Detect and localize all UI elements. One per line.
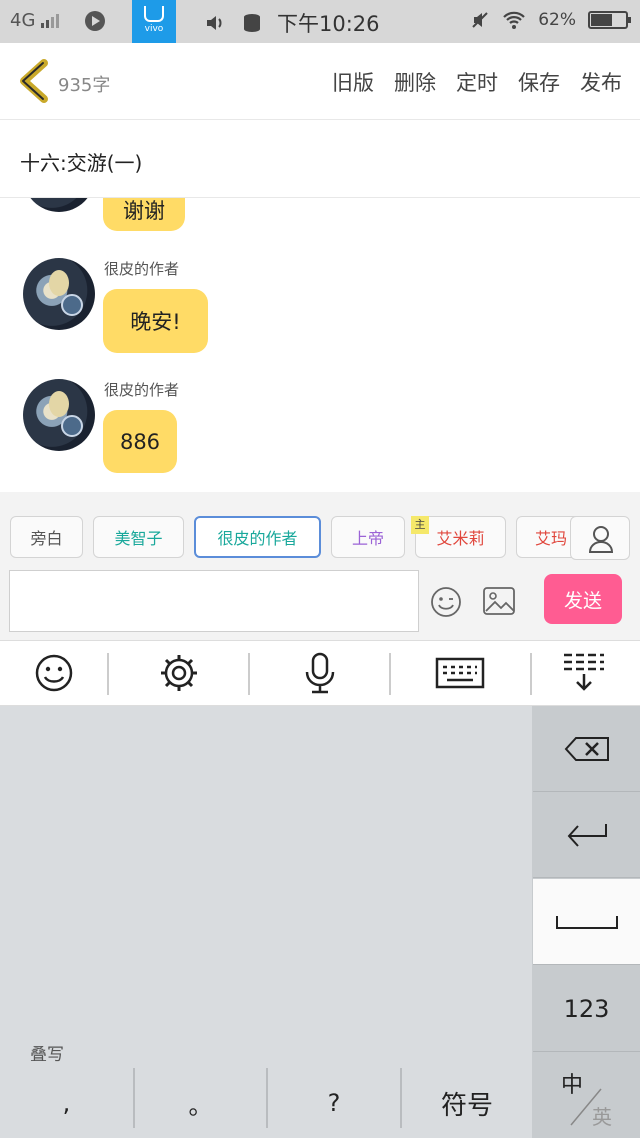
speaker-name: 很皮的作者 bbox=[104, 381, 180, 399]
handwriting-keyboard: 叠写 , 。 ? 符号 123 中 英 bbox=[0, 706, 640, 1138]
numbers-key[interactable]: 123 bbox=[533, 966, 640, 1052]
status-right: 62% bbox=[470, 10, 631, 30]
message-text: 886 bbox=[119, 429, 161, 454]
old-version-button[interactable]: 旧版 bbox=[332, 67, 374, 97]
status-left: 4G bbox=[10, 10, 106, 31]
symbols-key[interactable]: 符号 bbox=[402, 1068, 532, 1138]
schedule-button[interactable]: 定时 bbox=[456, 67, 498, 97]
space-key[interactable] bbox=[533, 879, 640, 965]
overlap-mode-label[interactable]: 叠写 bbox=[30, 1040, 64, 1065]
role-chip[interactable]: 上帝 bbox=[331, 516, 405, 558]
period-key[interactable]: 。 bbox=[135, 1068, 266, 1138]
role-chip-active[interactable]: 很皮的作者 bbox=[194, 516, 321, 558]
message-input[interactable] bbox=[9, 570, 419, 632]
emoji-icon[interactable] bbox=[430, 586, 462, 618]
manage-roles-button[interactable] bbox=[570, 516, 630, 560]
question-key[interactable]: ? bbox=[268, 1068, 400, 1138]
key-label: 。 bbox=[188, 1091, 213, 1120]
send-button[interactable]: 发送 bbox=[544, 574, 622, 624]
storage-icon bbox=[244, 14, 260, 32]
message-text: 谢谢 bbox=[123, 199, 165, 223]
battery-text: 62% bbox=[538, 10, 576, 30]
app-store-icon: vivo bbox=[132, 0, 176, 43]
avatar[interactable] bbox=[23, 198, 95, 212]
delete-button[interactable]: 删除 bbox=[394, 67, 436, 97]
volume-icon bbox=[207, 16, 222, 30]
toolbar-divider bbox=[530, 653, 532, 695]
chapter-header: 十六:交游(一) bbox=[0, 121, 640, 198]
message-text: 晚安! bbox=[130, 310, 181, 334]
keyboard-icon[interactable] bbox=[435, 651, 485, 695]
role-label: 美智子 bbox=[114, 529, 163, 548]
media-play-icon bbox=[85, 10, 106, 31]
battery-icon bbox=[588, 11, 631, 29]
space-icon bbox=[555, 915, 618, 929]
back-chevron-icon[interactable] bbox=[14, 59, 54, 103]
toolbar-divider bbox=[107, 653, 109, 695]
gear-icon[interactable] bbox=[157, 651, 201, 695]
lang-slash-icon bbox=[570, 1088, 602, 1125]
status-middle: 下午10:26 bbox=[205, 8, 380, 38]
editor-toolbar: 935字 旧版 删除 定时 保存 发布 bbox=[0, 43, 640, 120]
keyboard-toolbar bbox=[0, 640, 640, 706]
toolbar-actions: 旧版 删除 定时 保存 发布 bbox=[332, 67, 622, 97]
word-count: 935字 bbox=[58, 75, 111, 96]
signal-icon bbox=[41, 13, 60, 28]
role-selector-panel: 旁白 美智子 很皮的作者 上帝 艾米莉 艾玛 发送 bbox=[0, 492, 640, 640]
role-label: 艾米莉 bbox=[436, 529, 485, 548]
language-switch-key[interactable]: 中 英 bbox=[533, 1053, 640, 1138]
store-label: vivo bbox=[144, 24, 164, 34]
role-chip[interactable]: 美智子 bbox=[93, 516, 184, 558]
chat-area[interactable]: 谢谢 很皮的作者 晚安! 很皮的作者 886 bbox=[0, 198, 640, 492]
role-label: 很皮的作者 bbox=[217, 529, 298, 548]
handwriting-area[interactable]: 叠写 , 。 ? 符号 bbox=[0, 706, 532, 1138]
toolbar-divider bbox=[389, 653, 391, 695]
main-role-badge: 主 bbox=[411, 516, 429, 534]
role-label: 艾玛 bbox=[535, 529, 568, 548]
person-icon bbox=[588, 526, 614, 553]
toolbar-divider bbox=[248, 653, 250, 695]
keyboard-side-keys: 123 中 英 bbox=[532, 706, 640, 1138]
mute-icon bbox=[472, 12, 488, 28]
enter-icon bbox=[567, 824, 607, 847]
message-bubble[interactable]: 晚安! bbox=[103, 289, 208, 353]
save-button[interactable]: 保存 bbox=[518, 67, 560, 97]
status-bar: 4G vivo 下午10:26 62% bbox=[0, 0, 640, 43]
avatar[interactable] bbox=[23, 258, 95, 330]
avatar[interactable] bbox=[23, 379, 95, 451]
network-type: 4G bbox=[10, 10, 36, 31]
role-chip-narrator[interactable]: 旁白 bbox=[10, 516, 83, 558]
role-label: 旁白 bbox=[30, 529, 63, 548]
publish-button[interactable]: 发布 bbox=[580, 67, 622, 97]
enter-key[interactable] bbox=[533, 793, 640, 878]
message-bubble[interactable]: 886 bbox=[103, 410, 177, 473]
wifi-icon bbox=[503, 11, 525, 29]
role-label: 上帝 bbox=[351, 529, 384, 548]
lang-secondary-label: 英 bbox=[592, 1104, 612, 1129]
collapse-keyboard-icon[interactable] bbox=[562, 651, 606, 695]
comma-key[interactable]: , bbox=[0, 1068, 133, 1138]
backspace-icon bbox=[564, 736, 609, 761]
backspace-key[interactable] bbox=[533, 706, 640, 792]
microphone-icon[interactable] bbox=[298, 651, 342, 695]
message-bubble[interactable]: 谢谢 bbox=[103, 198, 185, 231]
key-label: ? bbox=[327, 1089, 341, 1117]
key-label: 符号 bbox=[440, 1090, 493, 1121]
chapter-title[interactable]: 十六:交游(一) bbox=[20, 147, 142, 176]
send-label: 发送 bbox=[563, 589, 602, 612]
image-icon[interactable] bbox=[482, 586, 516, 616]
key-label: , bbox=[62, 1089, 71, 1117]
emoji-icon[interactable] bbox=[32, 651, 76, 695]
speaker-name: 很皮的作者 bbox=[104, 260, 180, 278]
clock: 下午10:26 bbox=[277, 12, 380, 36]
key-label: 123 bbox=[563, 994, 610, 1023]
